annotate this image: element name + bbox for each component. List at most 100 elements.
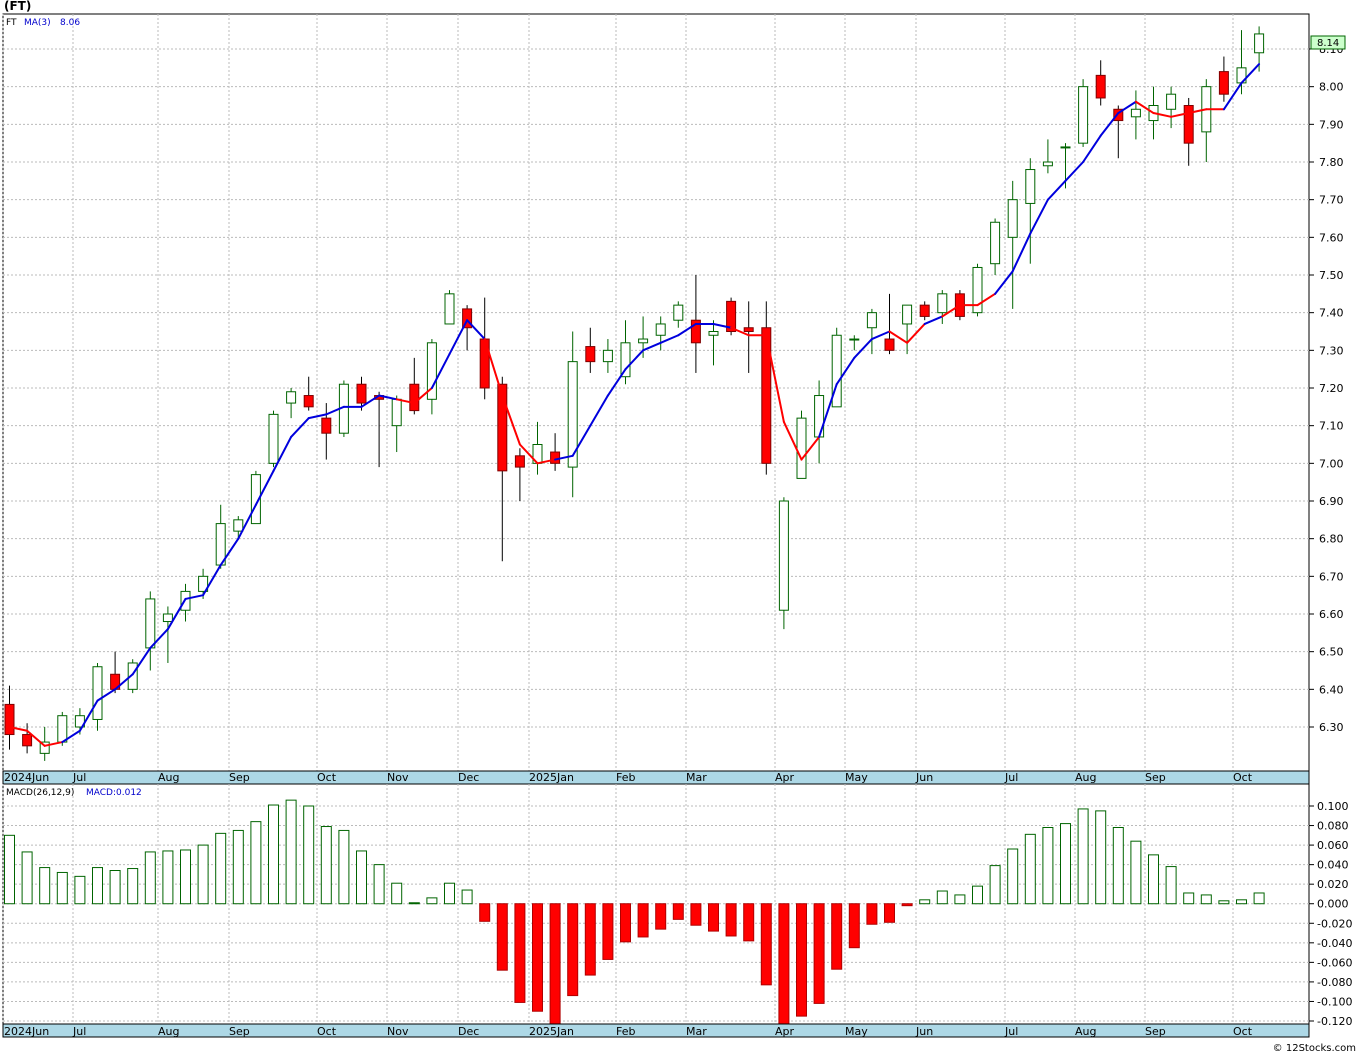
candle-body xyxy=(814,395,825,438)
price-x-tick-label: Feb xyxy=(616,771,635,784)
macd-x-tick-label: Jul xyxy=(1004,1025,1018,1038)
candle-body xyxy=(673,304,684,321)
candle-body xyxy=(1130,108,1141,118)
macd-x-tick-label: Jun xyxy=(915,1025,933,1038)
macd-bar xyxy=(1060,823,1071,905)
macd-bar xyxy=(285,799,297,905)
candle-body xyxy=(22,734,33,747)
candle xyxy=(972,263,983,317)
candle-body xyxy=(990,221,1001,265)
candle-body xyxy=(1218,71,1229,95)
macd-bar xyxy=(39,867,51,905)
macd-bar xyxy=(919,899,931,905)
price-y-tick-label: 8.00 xyxy=(1319,81,1344,94)
candle xyxy=(444,290,455,325)
macd-label: MACD(26,12,9) xyxy=(6,788,74,798)
candle-body xyxy=(638,338,649,344)
macd-bar xyxy=(532,903,543,1012)
price-x-tick-label: Dec xyxy=(458,771,479,784)
macd-bar xyxy=(1253,892,1265,905)
price-y-tick-label: 7.00 xyxy=(1319,457,1344,470)
macd-bar xyxy=(408,902,420,905)
macd-bar xyxy=(461,889,473,905)
price-y-tick-label: 6.50 xyxy=(1319,646,1344,659)
macd-y-tick-label: 0.000 xyxy=(1317,898,1349,911)
candle-body xyxy=(902,304,913,325)
macd-bar xyxy=(620,903,631,943)
price-y-tick-label: 7.60 xyxy=(1319,231,1344,244)
price-x-tick-label: Jul xyxy=(72,771,86,784)
price-x-tick-label: Jul xyxy=(1004,771,1018,784)
macd-bar xyxy=(496,903,508,971)
macd-bar xyxy=(1200,894,1212,905)
macd-bar xyxy=(144,851,156,905)
macd-bar xyxy=(1183,892,1195,905)
macd-bar xyxy=(444,882,455,905)
macd-y-tick-label: -0.060 xyxy=(1317,956,1352,969)
price-x-tick-label: Aug xyxy=(158,771,179,784)
macd-bar xyxy=(743,903,755,942)
macd-x-tick-label: Sep xyxy=(229,1025,250,1038)
macd-bar xyxy=(162,850,174,905)
macd-x-tick-label: Aug xyxy=(1075,1025,1096,1038)
candle-body xyxy=(708,331,719,336)
price-y-tick-label: 7.40 xyxy=(1319,307,1344,320)
candle-body xyxy=(444,293,455,325)
macd-bar xyxy=(1095,810,1107,905)
price-x-tick-label: Nov xyxy=(387,771,409,784)
candle-body xyxy=(1060,146,1071,149)
macd-bar xyxy=(4,834,15,905)
candle-body xyxy=(1183,105,1194,144)
candle-body xyxy=(1166,93,1177,110)
macd-bar xyxy=(1024,833,1036,905)
macd-bar xyxy=(672,903,684,920)
candle-body xyxy=(1078,86,1089,144)
ma-label: MA(3) xyxy=(24,18,51,28)
macd-bar xyxy=(92,867,103,905)
macd-bar xyxy=(690,903,702,926)
candle-body xyxy=(57,715,68,743)
macd-bar xyxy=(1218,900,1230,905)
macd-bar xyxy=(356,850,367,905)
last-price: 8.14 xyxy=(1317,38,1339,49)
macd-bar xyxy=(655,903,667,930)
price-y-tick-label: 6.60 xyxy=(1319,608,1344,621)
macd-y-tick-label: 0.080 xyxy=(1317,820,1349,833)
candle-body xyxy=(356,383,367,404)
candle-body xyxy=(4,703,15,736)
price-x-tick-label: 2025Jan xyxy=(529,771,574,784)
macd-bar xyxy=(848,903,860,949)
price-x-tick-label: Mar xyxy=(686,771,707,784)
candle-body xyxy=(550,451,561,464)
macd-bar xyxy=(426,897,438,905)
candle xyxy=(778,497,789,630)
candle-body xyxy=(743,327,754,333)
price-panel xyxy=(2,13,1310,772)
macd-bar xyxy=(954,894,966,905)
symbol-label: FT xyxy=(6,18,17,28)
candle-body xyxy=(303,395,314,408)
candle-body xyxy=(514,455,525,468)
candle-body xyxy=(1007,199,1018,238)
macd-bar xyxy=(866,903,878,925)
candle xyxy=(1078,79,1089,147)
price-y-tick-label: 7.90 xyxy=(1319,118,1344,131)
candle-body xyxy=(778,500,789,611)
macd-bar xyxy=(21,851,33,905)
macd-bar xyxy=(1165,866,1177,905)
candle-body xyxy=(1095,74,1106,99)
candle-body xyxy=(884,338,895,351)
macd-x-tick-label: 2024Jun xyxy=(4,1025,49,1038)
macd-y-tick-label: -0.120 xyxy=(1317,1015,1352,1028)
macd-bar xyxy=(232,829,244,905)
candle-body xyxy=(585,346,596,363)
macd-x-tick-label: Sep xyxy=(1145,1025,1166,1038)
candle-body xyxy=(602,349,613,363)
macd-y-tick-label: 0.020 xyxy=(1317,878,1349,891)
macd-bar xyxy=(796,903,807,1017)
macd-bar xyxy=(514,903,526,1003)
candle-body xyxy=(162,613,173,623)
candle-body xyxy=(92,666,103,720)
macd-bar xyxy=(637,903,649,938)
macd-bar xyxy=(989,865,1001,905)
